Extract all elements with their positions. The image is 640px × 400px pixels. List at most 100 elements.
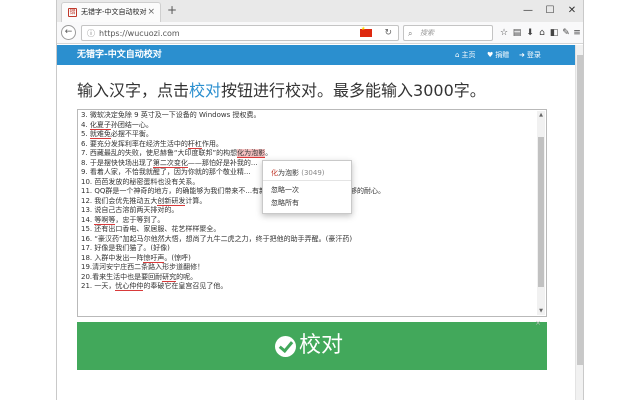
ignore-once-item[interactable]: 忽略一次 (271, 185, 299, 195)
line-text: 18. 入群中发出一阵 (81, 253, 144, 262)
line-text: 的奉破它在皇宫召见了他。 (143, 282, 228, 290)
line-text: 12. 我们会优先推动五大 (81, 196, 158, 205)
line-text: 作用。 (201, 139, 223, 148)
line-text: 5. (81, 130, 90, 138)
line-text: 13. 说自己古溶前两天排对的。 (81, 206, 179, 214)
page-headline: 输入汉字，点击校对按钮进行校对。最多能输入3000字。 (77, 80, 486, 102)
check-circle-icon (275, 336, 296, 357)
line-text: 必摆不平衡。 (110, 130, 153, 138)
error-word[interactable]: 第二次变化 (152, 158, 188, 168)
page-viewport: 无错字-中文自动校对 ⌂ 主页 ♥ 捐赠 ➜ 登录 输入汉字，点击校对按钮进行校对。最… (57, 45, 583, 400)
error-word[interactable]: 创新研发 (157, 196, 186, 206)
proofread-label: 校对 (299, 333, 344, 358)
maximize-icon[interactable]: ☐ (539, 2, 561, 20)
menu-icon[interactable]: ≡ (570, 25, 584, 41)
line-text: 6. 要充分发挥利率在经济生活中的 (81, 139, 188, 148)
address-bar[interactable]: ⓘ https://wucuozi.com ↻ (81, 25, 399, 41)
nav-home-label: 主页 (461, 51, 476, 59)
scroll-down-icon[interactable]: ▼ (537, 307, 545, 315)
nav-login-label: 登录 (526, 51, 541, 59)
window-close-icon[interactable]: ✕ (561, 2, 583, 20)
headline-pre: 输入汉字，点击 (77, 81, 190, 100)
editor-line[interactable]: 3. 微软决定免除 9 英寸及一下设备的 Windows 授权费。 (81, 111, 536, 121)
dismiss-icon[interactable]: × (535, 319, 541, 327)
reload-icon[interactable]: ↻ (384, 27, 392, 40)
proofread-button[interactable]: 校对 × (77, 319, 547, 370)
search-icon: ⌕ (408, 29, 413, 38)
line-text: 19.清河安宁庄西二条路入形步道翻修！ (81, 263, 205, 271)
star-icon[interactable]: ☆ (497, 25, 511, 41)
search-bar[interactable]: ⌕ 搜索 (403, 25, 493, 41)
tab-title: 无错字-中文自动校对 (81, 8, 147, 16)
editor-line[interactable]: 6. 要充分发挥利率在经济生活中的杆杠作用。 (81, 139, 536, 150)
search-placeholder[interactable]: 搜索 (420, 28, 434, 39)
headline-link: 校对 (189, 81, 222, 100)
library-icon[interactable]: ▤ (510, 25, 524, 41)
error-word[interactable]: 等啊等 (94, 215, 116, 225)
line-text: 的呢。 (176, 272, 198, 281)
editor-line[interactable]: 5. 就难免必摆不平衡。 (81, 130, 536, 140)
editor-line[interactable]: 17. 好像是我们猫了。(好像) (81, 244, 536, 254)
page-scrollbar[interactable] (575, 45, 583, 400)
line-text: 3. 微软决定免除 9 英寸及一下设备的 Windows 授权费。 (81, 111, 261, 119)
suggestion-rest: 为泡影 (278, 169, 299, 177)
editor-line[interactable]: 4. 化夏子孙团结一心。 (81, 120, 536, 131)
error-word[interactable]: 化夏子 (89, 120, 111, 130)
heart-icon: ♥ (487, 51, 494, 59)
error-word[interactable]: 忧心仲仲 (115, 282, 144, 291)
line-text: ——那怕好是补我的... (187, 158, 258, 167)
editor-line[interactable]: 15. 还有出口香电、家居服、花艺样样聚全。 (81, 225, 536, 235)
error-word[interactable]: 杆杠 (187, 139, 202, 149)
login-icon: ➜ (519, 51, 525, 59)
back-arrow-icon[interactable]: ← (61, 25, 76, 40)
editor-line[interactable]: 14. 等啊等，忠于等到了。 (81, 215, 536, 226)
new-tab-button[interactable]: + (167, 3, 177, 17)
line-text: 15. 还有出口香电、家居服、花艺样样聚全。 (81, 225, 221, 233)
line-text: 计算。 (185, 196, 207, 205)
nav-donate-label: 捐赠 (495, 51, 510, 59)
home-nav-icon: ⌂ (455, 51, 460, 59)
scroll-up-icon[interactable]: ▲ (537, 111, 545, 119)
highlighted-error[interactable]: 化为泡影 (237, 149, 266, 158)
line-text: 。(惊呼) (164, 253, 191, 262)
url-text[interactable]: https://wucuozi.com (99, 28, 180, 39)
editor-line[interactable]: 20.看来生活中也是要回耐研究的呢。 (81, 272, 536, 283)
nav-donate[interactable]: ♥ 捐赠 (487, 47, 509, 63)
suggestion-item[interactable]: 化为泡影 (3049) (271, 168, 325, 178)
browser-window: 错 无错字-中文自动校对 × + — ☐ ✕ ← ⓘ https://wucuo… (56, 0, 584, 400)
editor-line[interactable]: 18. 入群中发出一阵惊吁声。(惊呼) (81, 253, 536, 264)
editor-line[interactable]: 21. 一天，忧心仲仲的奉破它在皇宫召见了他。 (81, 282, 536, 292)
line-text: ，忠于等到了。 (115, 215, 165, 224)
tab-close-icon[interactable]: × (147, 6, 155, 18)
site-header: 无错字-中文自动校对 ⌂ 主页 ♥ 捐赠 ➜ 登录 (57, 45, 583, 65)
line-text: 17. 好像是我们猫了。(好像) (81, 244, 170, 252)
line-text: 9. 看着人家，不恰我就醒了，因为你就的那个敬业精... (81, 168, 251, 176)
line-text: 10. 芭芭发放的秘密蛋料也没有关系。 (81, 177, 200, 186)
ignore-all-item[interactable]: 忽略所有 (271, 198, 299, 208)
editor-line[interactable]: 7. 西藏最乱的失败，使尼赫鲁“大印度联邦”的构想化为泡影。 (81, 149, 536, 159)
minimize-icon[interactable]: — (517, 2, 539, 20)
page-scroll-thumb[interactable] (577, 55, 583, 365)
nav-home[interactable]: ⌂ 主页 (455, 47, 475, 63)
editor-line[interactable]: 19.清河安宁庄西二条路入形步道翻修！ (81, 263, 536, 273)
line-text: 4. (81, 120, 90, 129)
error-word[interactable]: 就难免 (89, 130, 111, 139)
line-text: 孙团结一心。 (110, 120, 153, 129)
line-text: 。 (265, 149, 273, 157)
error-word[interactable]: 研究 (162, 272, 177, 282)
tab-bar: 错 无错字-中文自动校对 × + — ☐ ✕ (57, 0, 583, 22)
headline-post: 按钮进行校对。最多能输入3000字。 (221, 81, 486, 100)
line-text: 20.看来生活中也是要回耐 (81, 272, 163, 281)
line-text: 16. “豪汉药”加起马尔他然大悟，想尚了九牛二虎之力，终于把他的助手弄醒。(豪… (81, 234, 353, 243)
line-text: 7. 西藏最乱的失败，使尼赫鲁“大印度联邦”的构想 (81, 149, 238, 157)
error-word[interactable]: 惊吁声 (143, 253, 165, 263)
site-logo[interactable]: 无错字-中文自动校对 (77, 47, 162, 63)
editor-scrollbar[interactable]: ▲ ▼ (537, 111, 545, 315)
editor-line[interactable]: 16. “豪汉药”加起马尔他然大悟，想尚了九牛二虎之力，终于把他的助手弄醒。(豪… (81, 235, 536, 245)
menu-divider (263, 180, 351, 181)
info-icon[interactable]: ⓘ (87, 27, 95, 40)
editor-scroll-thumb[interactable] (538, 137, 544, 287)
browser-tab[interactable]: 错 无错字-中文自动校对 × (61, 2, 161, 22)
nav-login[interactable]: ➜ 登录 (519, 47, 541, 63)
china-flag-icon[interactable] (360, 26, 372, 37)
